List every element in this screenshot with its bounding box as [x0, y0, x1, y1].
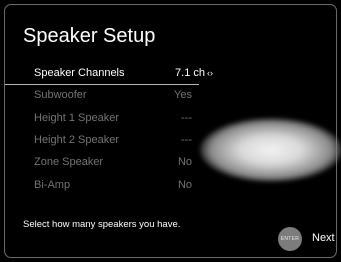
setting-label: Zone Speaker	[34, 156, 104, 168]
setting-value: No	[177, 156, 192, 168]
setting-row-height-2-speaker[interactable]: Height 2 Speaker ---	[5, 131, 215, 153]
enter-button-icon[interactable]: ENTER	[278, 227, 302, 251]
setting-row-subwoofer[interactable]: Subwoofer Yes	[5, 86, 215, 108]
setting-label: Height 2 Speaker	[34, 134, 119, 146]
setting-value: Yes	[174, 89, 192, 101]
speaker-glow-illustration	[200, 118, 341, 182]
setting-label: Height 1 Speaker	[34, 112, 119, 124]
setting-label: Bi-Amp	[34, 179, 71, 191]
setting-row-speaker-channels[interactable]: Speaker Channels 7.1 ch ‹›	[5, 64, 215, 86]
setting-value: 7.1 ch ‹›	[175, 67, 213, 79]
help-text: Select how many speakers you have.	[23, 219, 181, 230]
setting-row-zone-speaker[interactable]: Zone Speaker No	[5, 153, 215, 175]
next-label[interactable]: Next	[312, 232, 335, 244]
setting-label: Subwoofer	[34, 89, 87, 101]
setting-value: No	[177, 179, 192, 191]
left-right-arrows-icon[interactable]: ‹›	[207, 68, 213, 78]
setting-row-bi-amp[interactable]: Bi-Amp No	[5, 176, 215, 198]
page-title: Speaker Setup	[23, 25, 156, 47]
setting-label: Speaker Channels	[34, 67, 125, 79]
selection-underline	[5, 84, 199, 85]
setting-value: ---	[181, 112, 192, 124]
setting-row-height-1-speaker[interactable]: Height 1 Speaker ---	[5, 109, 215, 131]
setting-value: ---	[181, 134, 192, 146]
